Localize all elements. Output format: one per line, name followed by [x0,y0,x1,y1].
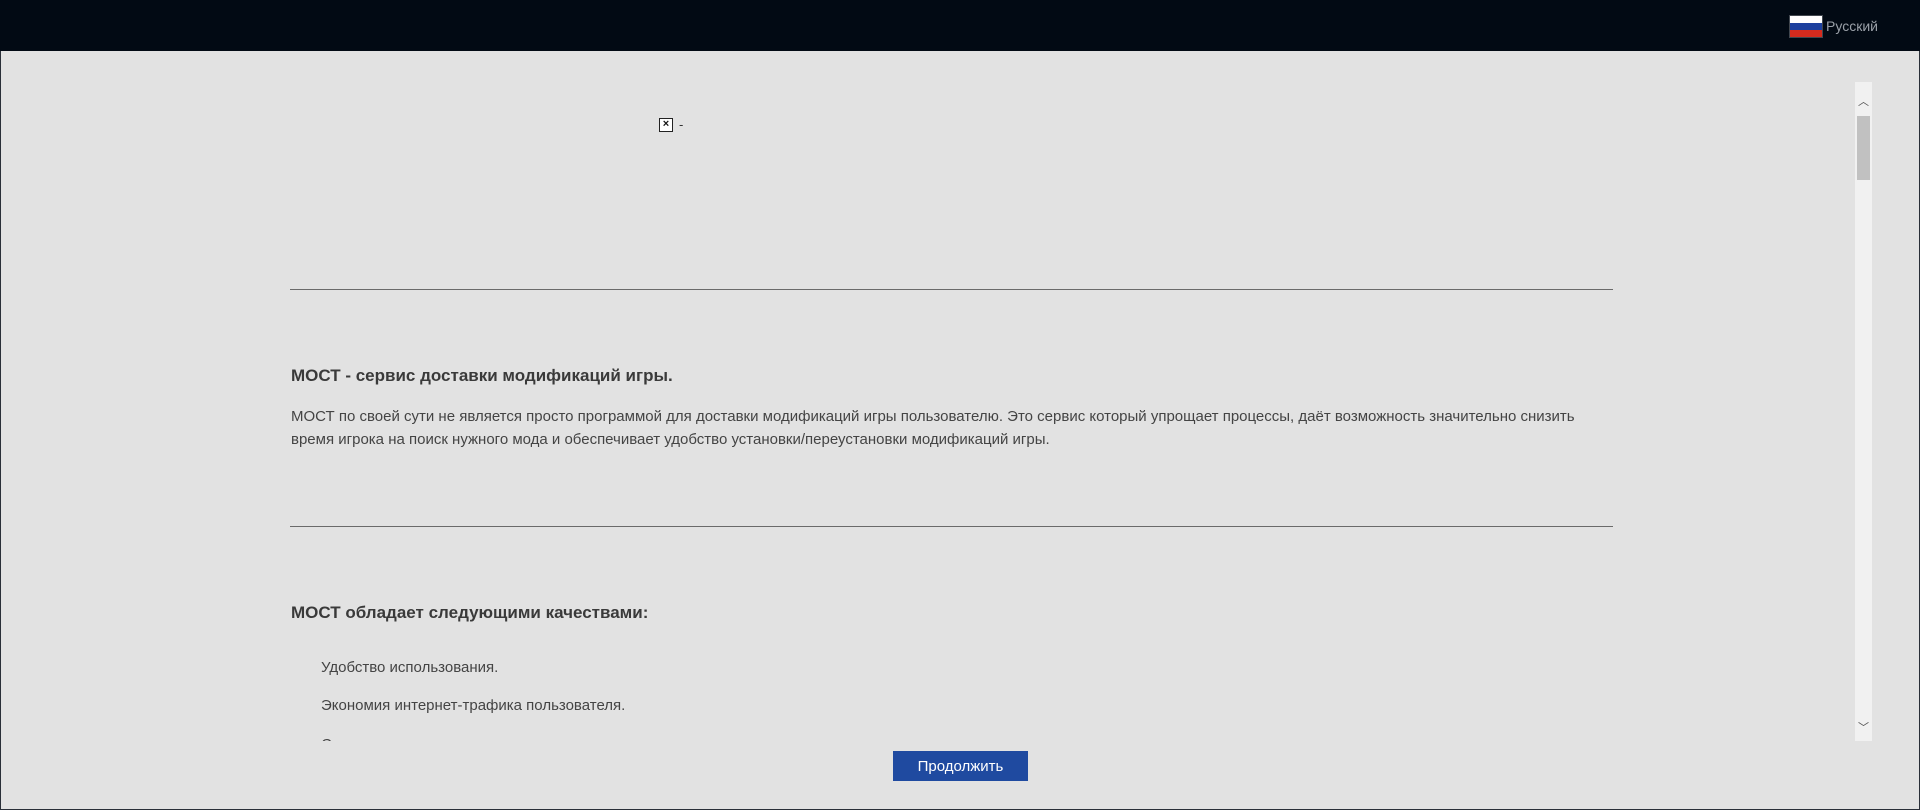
features-title: МОСТ обладает следующими качествами: [291,603,649,622]
continue-button[interactable]: Продолжить [893,751,1028,781]
image-alt-text: - [679,117,684,132]
broken-image-icon: × [659,117,673,132]
language-selector[interactable]: Русский [1790,15,1878,37]
top-bar: Русский [0,0,1920,51]
feature-item: Экономия интернет-трафика пользователя. [321,697,626,714]
vertical-scrollbar[interactable]: ︿ ﹀ [1855,82,1872,741]
section-description: МОСТ по своей сути не является просто пр… [291,408,1575,448]
scroll-up-icon[interactable]: ︿ [1855,92,1872,109]
divider [290,526,1613,527]
feature-item: С [321,736,332,741]
russia-flag-icon [1790,15,1823,37]
scroll-thumb[interactable] [1857,116,1870,180]
scroll-down-icon[interactable]: ﹀ [1855,718,1872,735]
header-image: × - [659,117,683,132]
content-area: × - МОСТ - сервис доставки модификаций и… [0,80,1850,741]
divider [290,289,1613,290]
language-label: Русский [1826,18,1878,34]
feature-item: Удобство использования. [321,659,499,676]
section-title: МОСТ - сервис доставки модификаций игры. [291,366,673,385]
